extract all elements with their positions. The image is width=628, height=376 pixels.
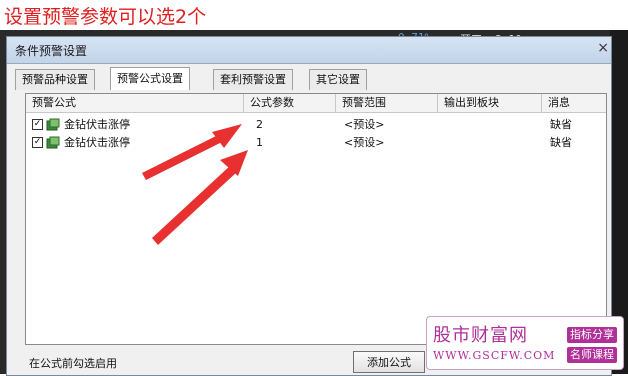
watermark-name: 股市财富网 [433,325,528,346]
caption-text: 设置预警参数可以选2个 [4,6,207,28]
table-row[interactable]: ✓ 金钻伏击涨停 1 <预设> 缺省 [26,134,606,152]
formula-message[interactable]: 缺省 [550,116,572,134]
dialog-titlebar[interactable]: 条件预警设置 × [7,37,611,64]
add-formula-button[interactable]: 添加公式 [353,351,425,373]
dialog-title: 条件预警设置 [15,44,88,58]
column-header-range[interactable]: 预警范围 [336,94,438,112]
tab-alert-formulas[interactable]: 预警公式设置 [110,67,190,90]
tab-arbitrage-alerts[interactable]: 套利预警设置 [213,69,293,90]
watermark-url: WWW.GSCFW.COM [433,349,556,362]
formula-list[interactable]: 预警公式 公式参数 预警范围 输出到板块 消息 ✓ 金钻伏击涨停 2 <预设> … [25,93,607,345]
column-header-formula[interactable]: 预警公式 [26,94,244,112]
watermark-tag-course: 名师课程 [567,347,617,363]
tab-alert-instruments[interactable]: 预警品种设置 [15,69,95,90]
list-header: 预警公式 公式参数 预警范围 输出到板块 消息 [26,94,606,113]
tab-other-settings[interactable]: 其它设置 [309,69,367,90]
formula-range[interactable]: <预设> [344,134,384,152]
site-watermark: 股市财富网 WWW.GSCFW.COM 指标分享 名师课程 [426,316,624,370]
column-header-output[interactable]: 输出到板块 [438,94,542,112]
column-header-message[interactable]: 消息 [542,94,606,112]
formula-icon [46,136,60,149]
column-header-params[interactable]: 公式参数 [244,94,336,112]
formula-icon [46,118,60,131]
formula-name: 金钻伏击涨停 [64,118,130,131]
formula-param[interactable]: 1 [256,134,263,152]
close-icon[interactable]: × [597,40,609,56]
formula-message[interactable]: 缺省 [550,134,572,152]
formula-name: 金钻伏击涨停 [64,136,130,149]
enable-checkbox[interactable]: ✓ [32,119,43,130]
status-hint: 在公式前勾选启用 [29,357,117,370]
table-row[interactable]: ✓ 金钻伏击涨停 2 <预设> 缺省 [26,116,606,134]
watermark-tag-share: 指标分享 [567,327,617,343]
formula-range[interactable]: <预设> [344,116,384,134]
formula-param[interactable]: 2 [256,116,263,134]
enable-checkbox[interactable]: ✓ [32,137,43,148]
